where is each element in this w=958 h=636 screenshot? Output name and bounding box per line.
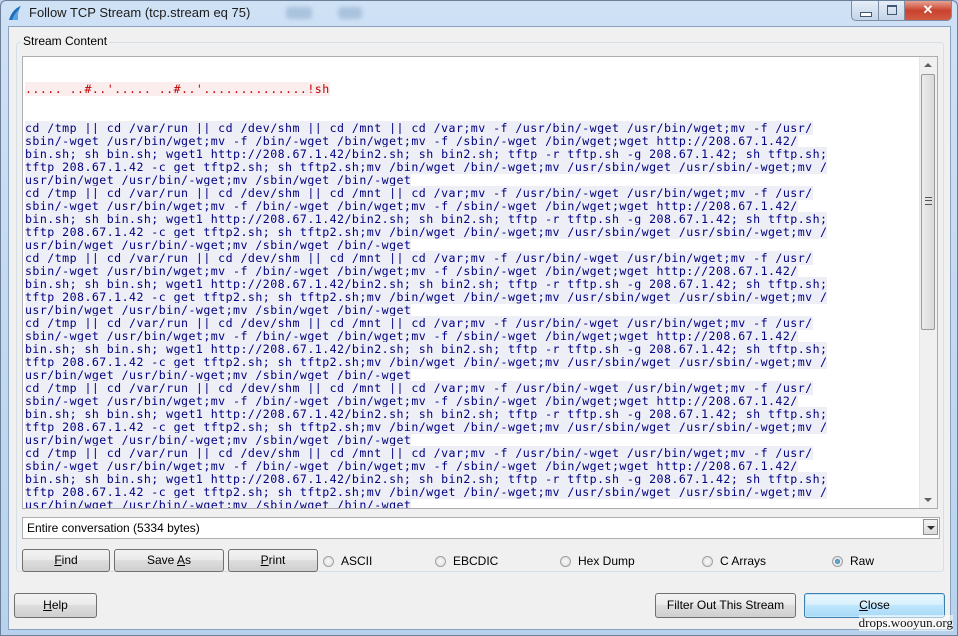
save-as-button[interactable]: Save As [114,549,224,572]
conversation-select-value: Entire conversation (5334 bytes) [27,521,200,535]
follow-tcp-stream-window: Follow TCP Stream (tcp.stream eq 75) ✕ .… [0,0,958,636]
blurred-title-region [338,7,362,19]
radio-raw[interactable]: Raw [832,553,874,569]
stream-content-label: Stream Content [21,34,110,48]
grip-icon [925,197,932,205]
find-button[interactable]: Find [22,549,110,572]
stream-content-group: ..... ..#..'..... ..#..'..............!s… [16,42,944,572]
help-button[interactable]: Help [14,593,97,618]
radio-dot-icon [702,555,713,567]
radio-ebcdic[interactable]: EBCDIC [435,553,498,569]
radio-hex-dump[interactable]: Hex Dump [560,553,635,569]
radio-ascii[interactable]: ASCII [323,553,372,569]
stream-text-area[interactable]: ..... ..#..'..... ..#..'..............!s… [22,56,938,509]
window-close-button[interactable]: ✕ [904,1,952,21]
chevron-down-icon[interactable] [923,519,938,535]
find-label: Find [54,553,78,567]
scrollbar-thumb[interactable] [921,74,935,330]
wireshark-fin-icon [9,6,21,20]
filter-out-label: Filter Out This Stream [666,598,785,612]
radio-dot-icon [323,555,334,567]
scroll-down-arrow-icon[interactable] [924,498,932,502]
stream-lines: ..... ..#..'..... ..#..'..............!s… [25,57,920,508]
maximize-button[interactable] [878,1,905,21]
title-bar[interactable]: Follow TCP Stream (tcp.stream eq 75) ✕ [1,1,957,25]
print-button[interactable]: Print [228,549,318,572]
save-as-label: Save As [146,553,192,567]
minimize-button[interactable] [851,1,879,21]
watermark: drops.wooyun.org [858,615,953,631]
close-label: Close [859,598,890,612]
help-label: Help [43,598,68,612]
radio-dot-icon [560,555,571,567]
vertical-scrollbar[interactable] [919,57,937,508]
print-label: Print [260,553,286,567]
close-icon: ✕ [922,2,934,17]
blurred-title-region [286,7,312,19]
scroll-up-arrow-icon[interactable] [924,63,932,67]
server-data-line: usr/bin/wget /usr/bin/-wget;mv /sbin/wge… [25,498,920,508]
filter-out-stream-button[interactable]: Filter Out This Stream [655,593,796,618]
conversation-select[interactable]: Entire conversation (5334 bytes) [22,517,940,539]
dialog-body: ..... ..#..'..... ..#..'..............!s… [8,26,951,630]
radio-c-arrays[interactable]: C Arrays [702,553,766,569]
client-data-line: ..... ..#..'..... ..#..'..............!s… [25,82,330,96]
window-title: Follow TCP Stream (tcp.stream eq 75) [29,5,251,20]
radio-dot-icon [435,555,446,567]
radio-dot-icon [832,555,843,567]
